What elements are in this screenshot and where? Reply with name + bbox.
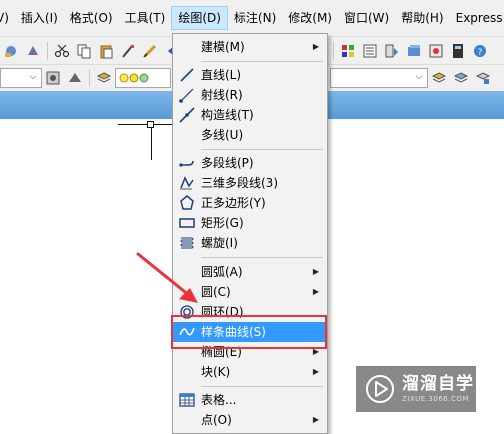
watermark-url: ZIXUE.3066.COM <box>402 395 469 403</box>
watermark: 溜溜自学 ZIXUE.3066.COM <box>356 366 476 412</box>
watermark-logo-icon <box>366 375 394 403</box>
watermark-title: 溜溜自学 <box>402 374 474 394</box>
